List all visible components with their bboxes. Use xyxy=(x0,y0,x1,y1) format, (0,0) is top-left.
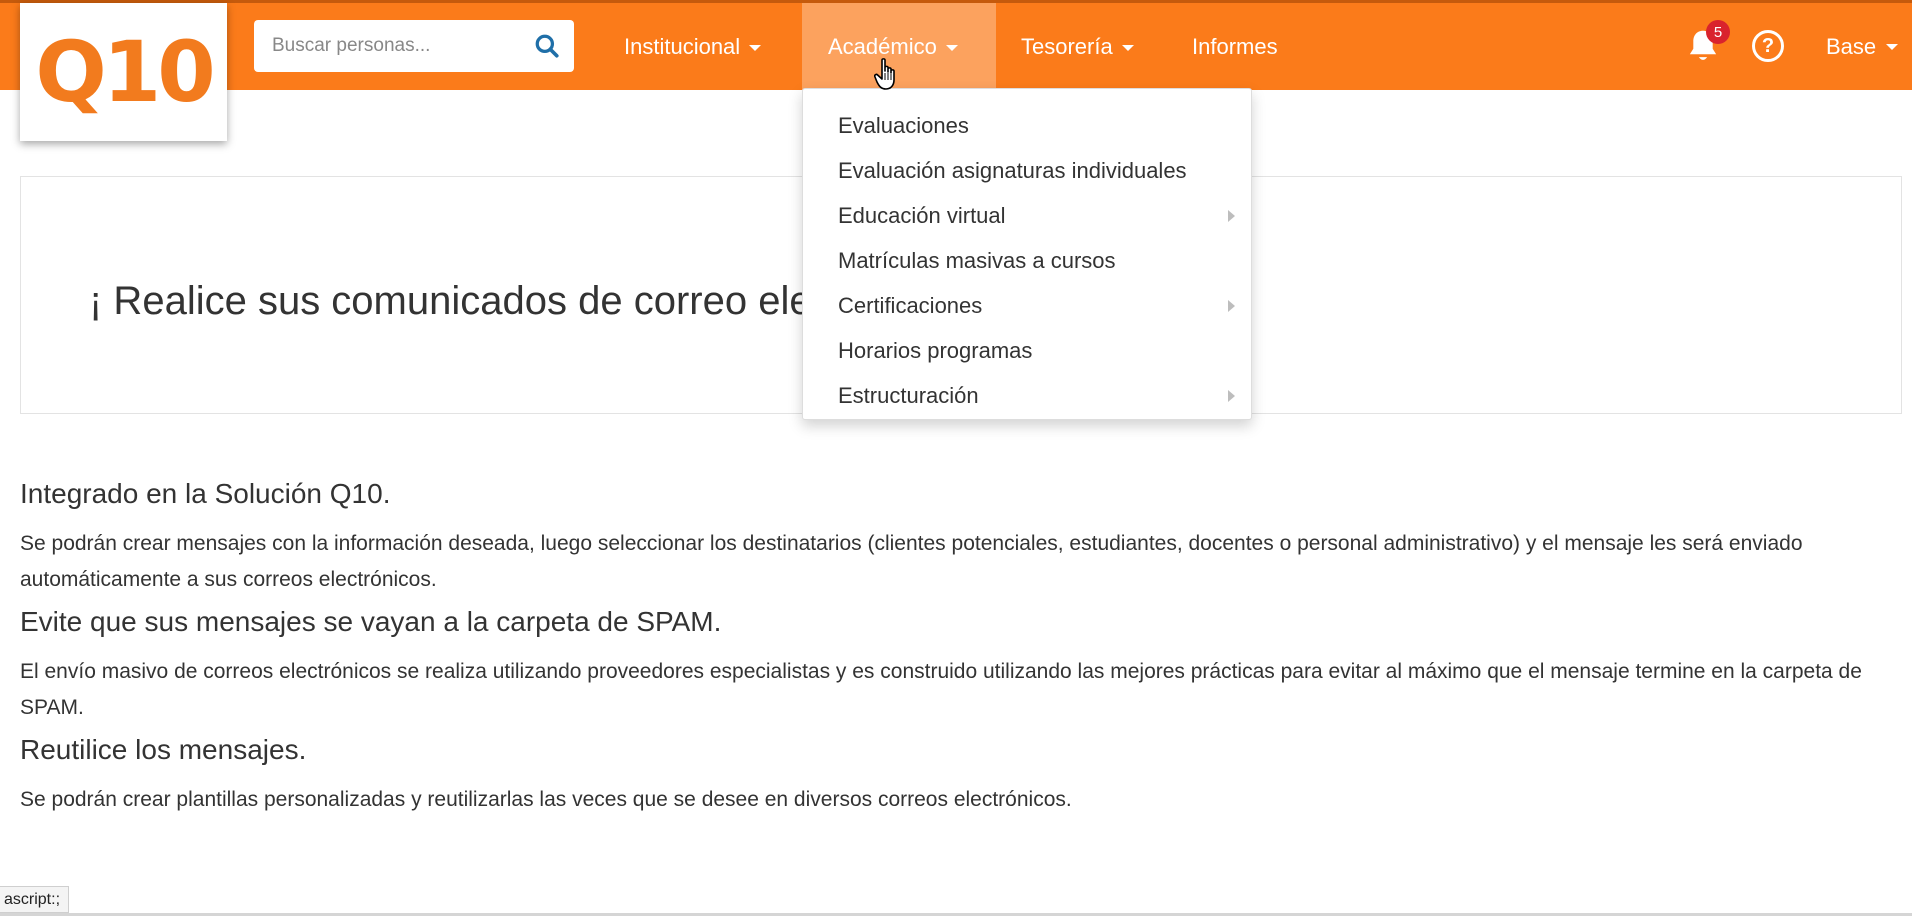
nav-institucional[interactable]: Institucional xyxy=(598,3,787,90)
notification-badge: 5 xyxy=(1706,20,1730,44)
user-menu[interactable]: Base xyxy=(1826,3,1899,90)
menu-item-evaluaciones[interactable]: Evaluaciones xyxy=(803,103,1251,148)
menu-item-matriculas-masivas[interactable]: Matrículas masivas a cursos xyxy=(803,238,1251,283)
banner-title: ¡ Realice sus comunicados de correo ele xyxy=(89,279,812,323)
nav-informes[interactable]: Informes xyxy=(1166,3,1304,90)
menu-item-estructuracion[interactable]: Estructuración xyxy=(803,373,1251,418)
caret-down-icon xyxy=(749,44,762,51)
user-menu-label: Base xyxy=(1826,33,1877,59)
status-bar-url: ascript:; xyxy=(0,886,70,913)
search-icon[interactable] xyxy=(534,33,560,59)
menu-item-label: Evaluación asignaturas individuales xyxy=(838,157,1187,183)
submenu-arrow-icon xyxy=(1228,209,1235,222)
menu-item-label: Matrículas masivas a cursos xyxy=(838,247,1116,273)
section-heading: Reutilice los mensajes. xyxy=(20,734,307,765)
menu-item-label: Educación virtual xyxy=(838,202,1006,228)
menu-item-label: Certificaciones xyxy=(838,292,983,318)
submenu-arrow-icon xyxy=(1228,389,1235,402)
section-text: El envío masivo de correos electrónicos … xyxy=(20,660,1862,719)
section-heading: Integrado en la Solución Q10. xyxy=(20,478,391,509)
hand-cursor-icon xyxy=(874,58,895,90)
caret-down-icon xyxy=(945,44,958,51)
nav-informes-label: Informes xyxy=(1192,33,1278,59)
nav-academico-label: Académico xyxy=(828,33,937,59)
section-text: Se podrán crear plantillas personalizada… xyxy=(20,788,1072,811)
menu-item-label: Estructuración xyxy=(838,382,979,408)
menu-item-label: Horarios programas xyxy=(838,337,1033,363)
caret-down-icon xyxy=(1886,43,1899,50)
q10-logo[interactable]: Q10 xyxy=(20,3,227,141)
submenu-arrow-icon xyxy=(1228,299,1235,312)
menu-item-label: Evaluaciones xyxy=(838,112,969,138)
nav-tesoreria[interactable]: Tesorería xyxy=(995,3,1160,90)
nav-tesoreria-label: Tesorería xyxy=(1021,33,1113,59)
search-input[interactable] xyxy=(272,35,534,57)
main-content: Integrado en la Solución Q10. Se podrán … xyxy=(20,478,1880,826)
academico-dropdown-menu: Evaluaciones Evaluación asignaturas indi… xyxy=(802,88,1252,420)
help-icon[interactable]: ? xyxy=(1752,30,1784,62)
logo-text: Q10 xyxy=(35,23,215,121)
menu-item-educacion-virtual[interactable]: Educación virtual xyxy=(803,193,1251,238)
nav-institucional-label: Institucional xyxy=(624,33,741,59)
menu-item-certificaciones[interactable]: Certificaciones xyxy=(803,283,1251,328)
section-heading: Evite que sus mensajes se vayan a la car… xyxy=(20,606,722,637)
caret-down-icon xyxy=(1121,44,1134,51)
search-box xyxy=(254,20,574,72)
menu-item-evaluacion-asignaturas[interactable]: Evaluación asignaturas individuales xyxy=(803,148,1251,193)
section-text: Se podrán crear mensajes con la informac… xyxy=(20,532,1803,591)
menu-item-horarios-programas[interactable]: Horarios programas xyxy=(803,328,1251,373)
